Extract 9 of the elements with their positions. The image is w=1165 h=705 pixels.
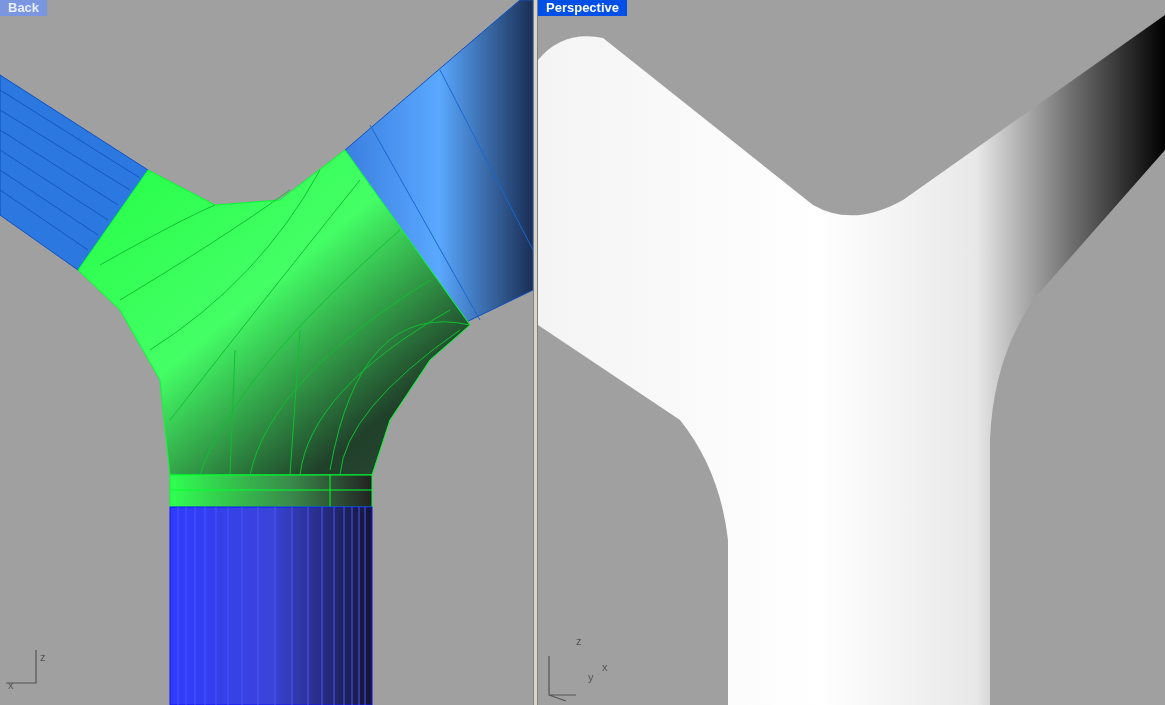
axis-label: x [8,680,14,691]
perspective-viewport[interactable]: Perspective z x y [538,0,1165,705]
axis-label: z [576,636,582,647]
axis-icon [548,655,577,702]
viewport-title[interactable]: Perspective [538,0,627,16]
axis-label: z [40,652,46,663]
axis-label: x [602,662,608,673]
axis-label: y [588,672,594,683]
axis-icon [5,649,37,684]
